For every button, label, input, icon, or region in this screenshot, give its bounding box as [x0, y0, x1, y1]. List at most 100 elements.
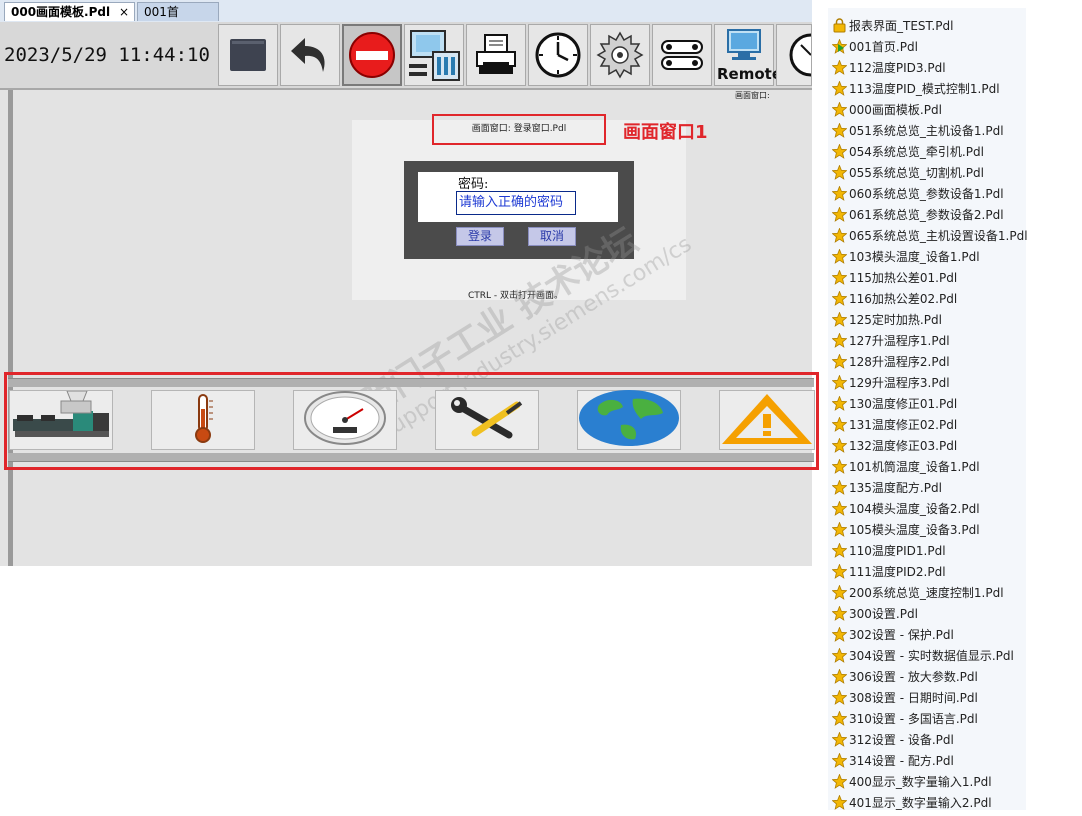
cancel-button[interactable]: 取消 — [528, 227, 576, 246]
file-list-item[interactable]: 130温度修正01.Pdl — [831, 394, 957, 414]
star-icon — [831, 416, 848, 432]
star-icon — [831, 647, 848, 663]
file-list-item[interactable]: 112温度PID3.Pdl — [831, 58, 946, 78]
file-name: 314设置 - 配方.Pdl — [849, 754, 954, 768]
file-list-item[interactable]: 000画面模板.Pdl — [831, 100, 942, 120]
file-list-item[interactable]: 103模头温度_设备1.Pdl — [831, 247, 980, 267]
print-button[interactable] — [466, 24, 526, 86]
file-list-item[interactable]: 065系统总览_主机设置设备1.Pdl — [831, 226, 1028, 246]
file-list-item[interactable]: 报表界面_TEST.Pdl — [832, 16, 953, 36]
file-name: 055系统总览_切割机.Pdl — [849, 166, 984, 180]
hint-text: CTRL - 双击打开画面。 — [468, 291, 564, 301]
file-name: 061系统总览_参数设备2.Pdl — [849, 208, 1004, 222]
file-list-item[interactable]: 060系统总览_参数设备1.Pdl — [831, 184, 1004, 204]
gauge-partial-icon — [777, 31, 811, 79]
exit-button[interactable] — [342, 24, 402, 86]
conveyor-icon — [659, 35, 705, 75]
nav-temperature-button[interactable] — [151, 390, 255, 450]
file-list-item[interactable]: 128升温程序2.Pdl — [831, 352, 950, 372]
nav-machine-button[interactable] — [9, 390, 113, 450]
star-icon — [831, 605, 848, 621]
star-icon — [831, 227, 848, 243]
tab-000-template[interactable]: 000画面模板.Pdl × — [4, 2, 135, 21]
printer-icon — [473, 32, 519, 78]
file-list-item[interactable]: 310设置 - 多国语言.Pdl — [831, 709, 978, 729]
file-list-item[interactable]: 400显示_数字量输入1.Pdl — [831, 772, 992, 792]
file-list-item[interactable]: 061系统总览_参数设备2.Pdl — [831, 205, 1004, 225]
file-name: 051系统总览_主机设备1.Pdl — [849, 124, 1004, 138]
file-name: 131温度修正02.Pdl — [849, 418, 958, 432]
file-list-item[interactable]: 115加热公差01.Pdl — [831, 268, 957, 288]
nav-speed-button[interactable] — [293, 390, 397, 450]
warning-triangle-icon — [720, 390, 814, 450]
star-icon — [831, 752, 848, 768]
star-icon — [831, 290, 848, 306]
file-list-item[interactable]: 105模头温度_设备3.Pdl — [831, 520, 980, 540]
file-list-item[interactable]: 110温度PID1.Pdl — [831, 541, 946, 561]
tab-label: 000画面模板.Pdl — [11, 5, 111, 19]
star-icon — [831, 101, 848, 117]
file-name: 103模头温度_设备1.Pdl — [849, 250, 980, 264]
nav-strip-bottom — [8, 453, 814, 462]
nav-network-button[interactable] — [577, 390, 681, 450]
file-list-item[interactable]: 111温度PID2.Pdl — [831, 562, 946, 582]
file-name: 306设置 - 放大参数.Pdl — [849, 670, 978, 684]
star-icon — [831, 80, 848, 96]
file-list-item[interactable]: 306设置 - 放大参数.Pdl — [831, 667, 978, 687]
star-icon — [831, 332, 848, 348]
file-name: 129升温程序3.Pdl — [849, 376, 950, 390]
globe-icon — [577, 389, 681, 451]
file-list-item[interactable]: 116加热公差02.Pdl — [831, 289, 957, 309]
file-name: 310设置 - 多国语言.Pdl — [849, 712, 978, 726]
star-icon — [831, 395, 848, 411]
star-icon — [831, 500, 848, 516]
undo-arrow-icon — [287, 32, 333, 78]
speedometer-icon — [303, 391, 387, 449]
tab-001-home[interactable]: 001首页.Pdl — [137, 2, 219, 38]
file-list-item[interactable]: 308设置 - 日期时间.Pdl — [831, 688, 978, 708]
file-list-item[interactable]: 104模头温度_设备2.Pdl — [831, 499, 980, 519]
station-button[interactable] — [404, 24, 464, 86]
window-label[interactable]: 画面窗口: 登录窗口.Pdl — [432, 114, 606, 145]
file-list-item[interactable]: 302设置 - 保护.Pdl — [831, 625, 954, 645]
file-list-item[interactable]: 101机筒温度_设备1.Pdl — [831, 457, 980, 477]
file-list-item[interactable]: 200系统总览_速度控制1.Pdl — [831, 583, 1004, 603]
file-list-item[interactable]: 051系统总览_主机设备1.Pdl — [831, 121, 1004, 141]
file-list-item[interactable]: 304设置 - 实时数据值显示.Pdl — [831, 646, 1014, 666]
file-name: 111温度PID2.Pdl — [849, 565, 946, 579]
file-name: 110温度PID1.Pdl — [849, 544, 946, 558]
file-list-item[interactable]: 113温度PID_模式控制1.Pdl — [831, 79, 1000, 99]
gauge-button[interactable] — [776, 24, 812, 86]
file-list-item[interactable]: 001首页.Pdl — [831, 37, 918, 57]
file-list-item[interactable]: 314设置 - 配方.Pdl — [831, 751, 954, 771]
file-list-item[interactable]: 300设置.Pdl — [831, 604, 918, 624]
file-list-item[interactable]: 125定时加热.Pdl — [831, 310, 942, 330]
file-list-item[interactable]: 055系统总览_切割机.Pdl — [831, 163, 984, 183]
file-list-item[interactable]: 129升温程序3.Pdl — [831, 373, 950, 393]
design-canvas[interactable]: 2023/5/29 11:44:10 Remote 画面窗口: 画面窗口: 登录… — [0, 22, 819, 566]
file-list-item[interactable]: 131温度修正02.Pdl — [831, 415, 958, 435]
back-button[interactable] — [280, 24, 340, 86]
star-icon — [831, 458, 848, 474]
computer-station-icon — [407, 28, 461, 82]
remote-button[interactable]: Remote — [714, 24, 782, 86]
close-icon[interactable]: × — [119, 3, 129, 22]
file-list-item[interactable]: 312设置 - 设备.Pdl — [831, 730, 954, 750]
file-list-item[interactable]: 132温度修正03.Pdl — [831, 436, 957, 456]
file-list-item[interactable]: 054系统总览_牵引机.Pdl — [831, 142, 984, 162]
cutter-button[interactable] — [590, 24, 650, 86]
file-name: 401显示_数字量输入2.Pdl — [849, 796, 992, 810]
nav-settings-button[interactable] — [435, 390, 539, 450]
password-input[interactable]: 请输入正确的密码 — [456, 191, 576, 215]
time-button[interactable] — [528, 24, 588, 86]
stop-button[interactable] — [218, 24, 278, 86]
file-list-item[interactable]: 135温度配方.Pdl — [831, 478, 942, 498]
hmi-toolbar: 2023/5/29 11:44:10 Remote 画面窗口: — [0, 22, 812, 100]
file-list-item[interactable]: 127升温程序1.Pdl — [831, 331, 950, 351]
file-list-item[interactable]: 401显示_数字量输入2.Pdl — [831, 793, 992, 813]
login-button[interactable]: 登录 — [456, 227, 504, 246]
nav-alarm-button[interactable] — [719, 390, 815, 450]
file-name: 304设置 - 实时数据值显示.Pdl — [849, 649, 1014, 663]
clock-icon — [534, 31, 582, 79]
conveyor-button[interactable] — [652, 24, 712, 86]
